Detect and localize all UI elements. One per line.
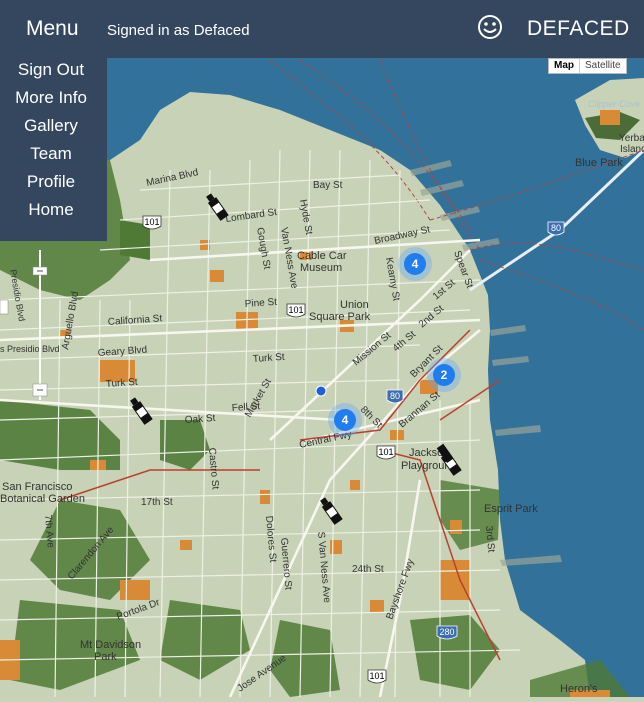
label-esprit-park: Esprit Park (484, 503, 538, 515)
menu-item-more-info[interactable]: More Info (0, 88, 102, 108)
label-turk-st-west: Turk St (105, 377, 138, 390)
map-type-map-button[interactable]: Map (549, 59, 579, 73)
shield-101-b: 101 (288, 305, 303, 315)
brand-title[interactable]: DEFACED (527, 17, 630, 41)
label-blue-park: Blue Park (575, 157, 623, 169)
menu-toggle-button[interactable]: Menu (26, 17, 79, 41)
shield-101-d: 101 (369, 671, 384, 681)
label-turk-st: Turk St (252, 352, 285, 365)
label-cable-car-museum-2: Museum (300, 262, 342, 274)
label-pine-st: Pine St (244, 297, 277, 310)
label-botanical-garden-2: Botanical Garden (0, 493, 85, 505)
label-17th-st: 17th St (141, 497, 173, 508)
label-yerba-buena: Yerba (619, 133, 644, 144)
cluster-count: 4 (412, 257, 419, 271)
cluster-count: 4 (342, 413, 349, 427)
shield-280: 280 (439, 627, 454, 637)
map-type-satellite-button[interactable]: Satellite (579, 59, 626, 73)
map-type-toggle: Map Satellite (548, 58, 627, 74)
location-dot (315, 385, 327, 397)
shield-80-a: 80 (390, 391, 400, 401)
label-union-square-2: Square Park (309, 311, 371, 323)
label-24th-st: 24th St (352, 564, 384, 575)
label-mt-davidson-park: Mt Davidson (80, 639, 141, 651)
menu-item-home[interactable]: Home (0, 200, 102, 220)
label-clipper-cove: Clipper Cove (588, 99, 640, 109)
label-botanical-garden: San Francisco (2, 481, 72, 493)
label-mt-davidson-park-2: Park (94, 651, 117, 663)
menu-item-profile[interactable]: Profile (0, 172, 102, 192)
label-bay-st: Bay St (313, 180, 343, 191)
marker-cluster[interactable]: 4 (398, 247, 432, 281)
marker-cluster[interactable]: 2 (427, 358, 461, 392)
smiley-icon (478, 15, 502, 39)
label-herons-head: Heron's (560, 683, 598, 695)
marker-cluster[interactable]: 4 (328, 403, 362, 437)
label-3rd-st: 3rd St (483, 525, 496, 553)
shield-101-c: 101 (378, 447, 393, 457)
shield-80-b: 80 (551, 223, 561, 233)
label-cable-car-museum: Cable Car (297, 250, 347, 262)
label-yerba-buena-2: Island (620, 144, 644, 155)
shield-101-a: 101 (144, 217, 159, 227)
cluster-count: 2 (441, 368, 448, 382)
menu-item-team[interactable]: Team (0, 144, 102, 164)
menu-item-sign-out[interactable]: Sign Out (0, 60, 102, 80)
top-bar: Menu Signed in as Defaced DEFACED (0, 0, 644, 58)
signed-in-status: Signed in as Defaced (107, 22, 250, 39)
menu-item-gallery[interactable]: Gallery (0, 116, 102, 136)
label-union-square: Union (340, 299, 369, 311)
label-presidio-blvd: s Presidio Blvd (0, 344, 60, 354)
label-oak-st: Oak St (184, 413, 215, 426)
side-menu: Sign Out More Info Gallery Team Profile … (0, 58, 107, 241)
